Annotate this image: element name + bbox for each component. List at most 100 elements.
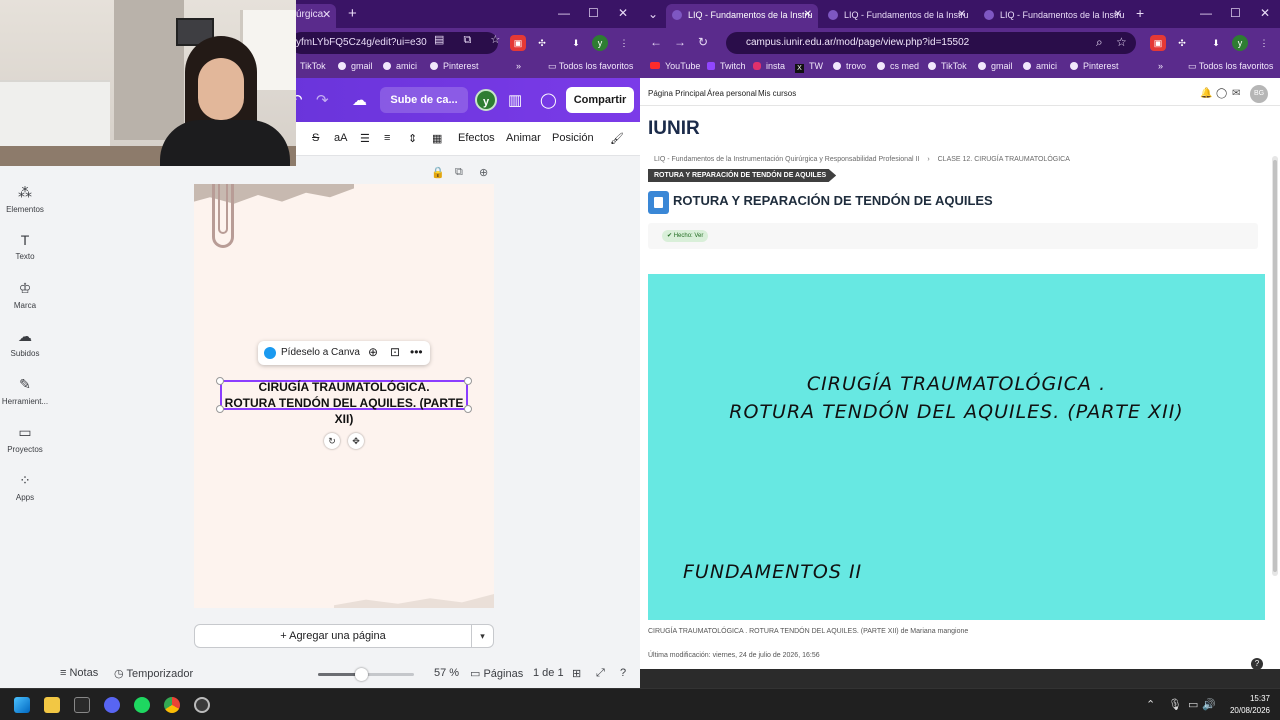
bookmarks-overflow-icon[interactable]: » [1158, 61, 1163, 71]
minimize-icon[interactable]: — [1200, 6, 1212, 20]
sidebar-item-tools[interactable]: ✎ Herramient... [0, 376, 50, 406]
bookmark-youtube[interactable]: YouTube [650, 61, 700, 71]
close-tab-icon[interactable]: ✕ [322, 8, 331, 21]
puzzle-icon[interactable]: ✣ [534, 35, 550, 51]
sidebar-item-uploads[interactable]: ☁ Subidos [0, 328, 50, 358]
duplicate-icon[interactable]: ⧉ [455, 166, 463, 179]
messages-icon[interactable]: ◯ [1216, 88, 1227, 99]
add-page-button[interactable]: + Agregar una página [194, 624, 472, 648]
all-bookmarks[interactable]: ▭ Todos los favoritos [1188, 61, 1273, 72]
discord-icon[interactable] [104, 697, 120, 713]
bookmark-insta[interactable]: insta [753, 61, 785, 71]
design-title-text[interactable]: CIRUGÍA TRAUMATOLÓGICA. ROTURA TENDÓN DE… [216, 379, 472, 427]
breadcrumb-section-link[interactable]: CLASE 12. CIRUGÍA TRAUMATOLÓGICA [938, 156, 1070, 163]
transparency-icon[interactable]: ▦ [432, 132, 442, 145]
analytics-icon[interactable]: ▥ [508, 91, 522, 109]
close-tab-icon[interactable]: ✕ [1114, 4, 1122, 26]
volume-icon[interactable]: 🔊 [1202, 698, 1216, 711]
profile-icon[interactable]: y [592, 35, 608, 51]
lock-element-icon[interactable]: ⊡ [390, 345, 400, 359]
menu-dots-icon[interactable]: ⋮ [1256, 35, 1272, 51]
system-clock[interactable]: 15:37 20/08/2026 [1222, 693, 1270, 717]
bookmark-tiktok[interactable]: TikTok [300, 61, 326, 71]
comment-add-icon[interactable]: ⊕ [368, 345, 378, 359]
nav-dashboard[interactable]: Área personal [707, 89, 757, 98]
new-tab-icon[interactable]: + [1136, 5, 1144, 21]
cloud-save-icon[interactable]: ☁ [352, 91, 367, 109]
mail-icon[interactable]: ✉ [1232, 88, 1240, 99]
resize-handle[interactable] [464, 377, 472, 385]
breadcrumb-course-link[interactable]: LIQ - Fundamentos de la Instrumentación … [654, 156, 919, 163]
nav-my-courses[interactable]: Mis cursos [758, 89, 796, 98]
ask-canva-popup[interactable]: Pídeselo a Canva ⊕ ⊡ ••• [258, 341, 430, 365]
tab-2[interactable]: LIQ - Fundamentos de la Instru ✕ [822, 4, 972, 28]
reload-icon[interactable]: ↻ [698, 35, 708, 49]
notification-bell-icon[interactable]: 🔔 [1200, 88, 1212, 99]
new-tab-icon[interactable]: + [348, 5, 357, 22]
maximize-icon[interactable]: ☐ [588, 6, 599, 20]
spacing-icon[interactable]: ⇕ [408, 132, 417, 145]
bookmark-amici[interactable]: amici [383, 61, 417, 71]
puzzle-icon[interactable]: ✣ [1174, 35, 1190, 51]
animate-button[interactable]: Animar [506, 132, 541, 144]
help-icon[interactable]: ? [620, 667, 626, 679]
more-icon[interactable]: ••• [410, 345, 423, 359]
sidebar-item-text[interactable]: T Texto [0, 232, 50, 261]
resize-handle[interactable] [464, 405, 472, 413]
lock-icon[interactable]: 🔒 [431, 166, 445, 179]
menu-dots-icon[interactable]: ⋮ [616, 35, 632, 51]
bookmark-pinterest[interactable]: Pinterest [1070, 61, 1119, 71]
minimize-icon[interactable]: — [558, 6, 570, 20]
sidebar-item-projects[interactable]: ▭ Proyectos [0, 424, 50, 454]
download-icon[interactable]: ⬇ [1208, 35, 1224, 51]
bookmark-twitch[interactable]: Twitch [707, 61, 746, 71]
close-tab-icon[interactable]: ✕ [958, 4, 966, 26]
right-url-field[interactable]: campus.iunir.edu.ar/mod/page/view.php?id… [726, 32, 1136, 54]
bookmarks-overflow-icon[interactable]: » [516, 61, 521, 71]
app-icon[interactable] [194, 697, 210, 713]
move-icon[interactable]: ✥ [348, 433, 364, 449]
avatar[interactable]: y [475, 89, 497, 111]
sidebar-item-brand[interactable]: ♔ Marca [0, 280, 50, 310]
scrollbar-thumb[interactable] [1273, 160, 1277, 572]
bookmark-csmed[interactable]: cs med [877, 61, 919, 71]
bookmark-trovo[interactable]: trovo [833, 61, 866, 71]
bookmark-tiktok[interactable]: TikTok [928, 61, 967, 71]
forward-icon[interactable]: → [674, 35, 686, 49]
tab-search-icon[interactable]: ⌄ [648, 7, 658, 21]
nav-home[interactable]: Página Principal [648, 89, 706, 98]
format-painter-icon[interactable]: 🖌 [610, 132, 624, 145]
timer-button[interactable]: ◷ Temporizador [114, 667, 193, 680]
redo-icon[interactable]: ↷ [316, 91, 329, 109]
fullscreen-icon[interactable]: ⤢ [596, 667, 605, 680]
resize-handle[interactable] [216, 377, 224, 385]
extension-icon[interactable]: ▣ [510, 35, 526, 51]
all-bookmarks[interactable]: ▭ Todos los favoritos [548, 61, 633, 72]
text-size-button[interactable]: aA [334, 132, 347, 144]
zoom-slider[interactable] [318, 668, 414, 681]
bookmark-gmail[interactable]: gmail [338, 61, 373, 71]
iunir-logo[interactable]: IUNIR [648, 118, 700, 140]
share-button[interactable]: Compartir [566, 87, 634, 113]
close-window-icon[interactable]: ✕ [1260, 6, 1270, 20]
strikethrough-button[interactable]: S [312, 132, 319, 144]
rotate-icon[interactable]: ↻ [324, 433, 340, 449]
chevron-down-icon[interactable]: ▾ [472, 624, 494, 648]
bookmark-pinterest[interactable]: Pinterest [430, 61, 479, 71]
maximize-icon[interactable]: ☐ [1230, 6, 1241, 20]
tab-3[interactable]: LIQ - Fundamentos de la Instru ✕ [978, 4, 1128, 28]
grid-view-icon[interactable]: ⊞ [572, 667, 581, 680]
sidebar-item-elements[interactable]: ⁂ Elementos [0, 184, 50, 214]
effects-button[interactable]: Efectos [458, 132, 495, 144]
monitor-icon[interactable]: ▭ [1188, 698, 1198, 711]
align-icon[interactable]: ☰ [360, 132, 370, 145]
zoom-knob[interactable] [355, 668, 368, 681]
spotify-icon[interactable] [134, 697, 150, 713]
profile-icon[interactable]: y [1232, 35, 1248, 51]
add-icon[interactable]: ⊕ [479, 166, 488, 179]
pages-button[interactable]: ▭ Páginas [470, 667, 523, 680]
bookmark-amici[interactable]: amici [1023, 61, 1057, 71]
back-icon[interactable]: ← [650, 35, 662, 49]
file-explorer-icon[interactable] [44, 697, 60, 713]
star-icon[interactable]: ☆ [1116, 35, 1127, 49]
